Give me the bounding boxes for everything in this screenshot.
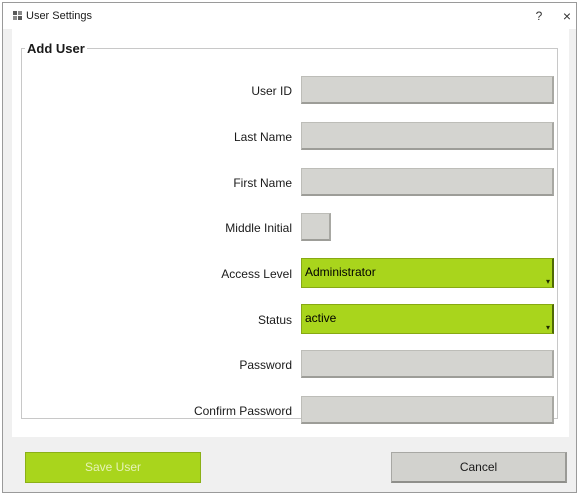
access-level-select[interactable]: Administrator ▾ — [301, 258, 554, 288]
dialog-content: Add User User ID Last Name First Name Mi… — [12, 29, 569, 437]
save-user-button[interactable]: Save User — [25, 452, 201, 483]
confirm-password-input[interactable] — [301, 396, 554, 424]
first-name-input[interactable] — [301, 168, 554, 196]
password-label: Password — [239, 358, 292, 372]
last-name-label: Last Name — [233, 130, 292, 144]
status-select[interactable]: active ▾ — [301, 304, 554, 334]
access-level-label: Access Level — [221, 267, 292, 281]
help-button[interactable]: ? — [527, 6, 551, 26]
first-name-label: First Name — [233, 176, 292, 190]
group-title: Add User — [27, 41, 85, 56]
window-title: User Settings — [26, 10, 93, 22]
title-bar: User Settings ? × — [3, 3, 576, 29]
user-id-input[interactable] — [301, 76, 554, 104]
app-grid-icon — [13, 11, 22, 20]
status-label: Status — [257, 313, 292, 327]
confirm-password-label: Confirm Password — [193, 404, 292, 418]
access-level-value: Administrator — [305, 265, 376, 279]
middle-initial-label: Middle Initial — [225, 221, 292, 235]
user-settings-dialog: User Settings ? × Add User User ID Last … — [2, 2, 577, 493]
close-button[interactable]: × — [555, 6, 579, 26]
password-input[interactable] — [301, 350, 554, 378]
dropdown-arrow-icon: ▾ — [545, 323, 550, 332]
status-value: active — [305, 311, 337, 325]
cancel-button[interactable]: Cancel — [391, 452, 567, 483]
middle-initial-input[interactable] — [301, 213, 331, 241]
user-id-label: User ID — [251, 84, 292, 98]
dropdown-arrow-icon: ▾ — [545, 277, 550, 286]
last-name-input[interactable] — [301, 122, 554, 150]
